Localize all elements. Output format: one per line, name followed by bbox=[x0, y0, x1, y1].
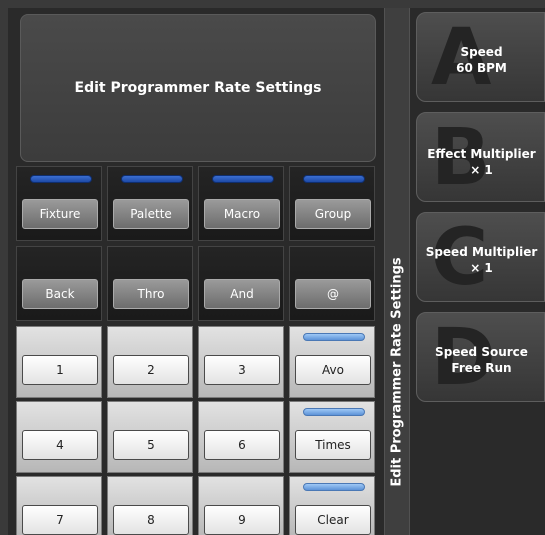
group-button[interactable]: Group bbox=[295, 199, 371, 229]
key-cell-times: Times bbox=[289, 401, 375, 473]
key-9-button[interactable]: 9 bbox=[204, 505, 280, 535]
key-3-button[interactable]: 3 bbox=[204, 355, 280, 385]
key-cell-1: 1 bbox=[16, 326, 102, 398]
softkey-value: Free Run bbox=[451, 361, 512, 375]
fixture-button[interactable]: Fixture bbox=[22, 199, 98, 229]
key-8-button[interactable]: 8 bbox=[113, 505, 189, 535]
key-cell-back: Back bbox=[16, 246, 102, 321]
key-cell-at: @ bbox=[289, 246, 375, 321]
key-6-button[interactable]: 6 bbox=[204, 430, 280, 460]
key-7-button[interactable]: 7 bbox=[22, 505, 98, 535]
softkey-label: Speed Multiplier bbox=[425, 245, 538, 259]
led-indicator bbox=[212, 175, 274, 183]
led-indicator bbox=[30, 175, 92, 183]
softkey-label: Effect Multiplier bbox=[427, 147, 536, 161]
key-cell-4: 4 bbox=[16, 401, 102, 473]
key-cell-5: 5 bbox=[107, 401, 193, 473]
softkey-label: Speed bbox=[460, 45, 503, 59]
page-title: Edit Programmer Rate Settings bbox=[74, 80, 322, 96]
softkey-d-speed-source[interactable]: D Speed Source Free Run bbox=[416, 312, 545, 402]
back-button[interactable]: Back bbox=[22, 279, 98, 309]
key-cell-9: 9 bbox=[198, 476, 284, 535]
palette-button[interactable]: Palette bbox=[113, 199, 189, 229]
key-cell-3: 3 bbox=[198, 326, 284, 398]
key-cell-macro: Macro bbox=[198, 166, 284, 241]
thro-button[interactable]: Thro bbox=[113, 279, 189, 309]
clear-button[interactable]: Clear bbox=[295, 505, 371, 535]
macro-button[interactable]: Macro bbox=[204, 199, 280, 229]
key-cell-and: And bbox=[198, 246, 284, 321]
softkey-label: Speed Source bbox=[435, 345, 528, 359]
softkey-value: 60 BPM bbox=[456, 61, 507, 75]
led-indicator bbox=[303, 175, 365, 183]
title-panel: Edit Programmer Rate Settings bbox=[20, 14, 376, 162]
key-cell-8: 8 bbox=[107, 476, 193, 535]
key-cell-clear: Clear bbox=[289, 476, 375, 535]
side-title-label: Edit Programmer Rate Settings bbox=[389, 257, 405, 487]
key-5-button[interactable]: 5 bbox=[113, 430, 189, 460]
times-button[interactable]: Times bbox=[295, 430, 371, 460]
softkey-a-speed[interactable]: A Speed 60 BPM bbox=[416, 12, 545, 102]
softkey-b-effect-multiplier[interactable]: B Effect Multiplier × 1 bbox=[416, 112, 545, 202]
softkey-value: × 1 bbox=[470, 261, 493, 275]
key-cell-group: Group bbox=[289, 166, 375, 241]
at-button[interactable]: @ bbox=[295, 279, 371, 309]
key-cell-palette: Palette bbox=[107, 166, 193, 241]
key-cell-fixture: Fixture bbox=[16, 166, 102, 241]
and-button[interactable]: And bbox=[204, 279, 280, 309]
key-4-button[interactable]: 4 bbox=[22, 430, 98, 460]
key-1-button[interactable]: 1 bbox=[22, 355, 98, 385]
side-title-strip: Edit Programmer Rate Settings bbox=[384, 8, 410, 535]
softkey-value: × 1 bbox=[470, 163, 493, 177]
led-indicator bbox=[121, 175, 183, 183]
softkey-c-speed-multiplier[interactable]: C Speed Multiplier × 1 bbox=[416, 212, 545, 302]
key-cell-thro: Thro bbox=[107, 246, 193, 321]
key-cell-6: 6 bbox=[198, 401, 284, 473]
led-indicator bbox=[303, 408, 365, 416]
keypad: Fixture Palette Macro Group Back Thro An… bbox=[16, 166, 386, 535]
app-window: Edit Programmer Rate Settings Fixture Pa… bbox=[8, 8, 545, 535]
key-cell-7: 7 bbox=[16, 476, 102, 535]
key-cell-avo: Avo bbox=[289, 326, 375, 398]
key-2-button[interactable]: 2 bbox=[113, 355, 189, 385]
key-cell-2: 2 bbox=[107, 326, 193, 398]
led-indicator bbox=[303, 333, 365, 341]
led-indicator bbox=[303, 483, 365, 491]
avo-button[interactable]: Avo bbox=[295, 355, 371, 385]
